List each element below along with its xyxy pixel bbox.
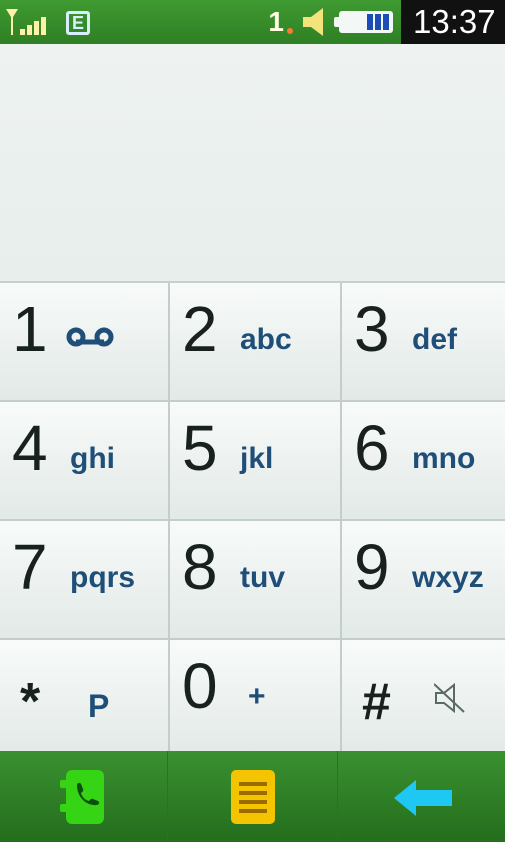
key-digit: 0	[182, 650, 218, 722]
key-digit: 3	[354, 293, 390, 365]
dialer-screen: E 1 13:37 1 2 abc 3 def 4 ghi 5 jkl 6 mn…	[0, 0, 505, 842]
sim-indicator-dot	[287, 28, 293, 34]
key-6[interactable]: 6 mno	[342, 402, 505, 519]
key-letters: ghi	[70, 442, 115, 475]
sim-number: 1	[268, 6, 284, 37]
bottom-bar	[0, 751, 505, 842]
key-2[interactable]: 2 abc	[170, 283, 340, 400]
key-letters: mno	[412, 442, 476, 475]
key-9[interactable]: 9 wxyz	[342, 521, 505, 638]
call-icon	[60, 770, 104, 824]
keypad: 1 2 abc 3 def 4 ghi 5 jkl 6 mno 7 pqrs 8…	[0, 283, 505, 757]
key-1[interactable]: 1	[0, 283, 168, 400]
mute-icon	[434, 682, 465, 714]
key-letters: jkl	[240, 442, 274, 475]
key-letters: pqrs	[70, 561, 136, 594]
key-7[interactable]: 7 pqrs	[0, 521, 168, 638]
key-4[interactable]: 4 ghi	[0, 402, 168, 519]
call-button[interactable]	[0, 751, 168, 842]
number-display[interactable]	[0, 44, 505, 283]
key-plus-label: +	[248, 680, 266, 713]
key-digit: 4	[12, 412, 48, 484]
key-star[interactable]: * P	[0, 640, 168, 757]
backspace-button[interactable]	[338, 751, 505, 842]
status-bar: E 1 13:37	[0, 0, 505, 44]
backspace-icon	[394, 780, 452, 816]
status-right: 1 13:37	[268, 0, 505, 44]
signal-icon	[6, 9, 46, 37]
speaker-icon	[303, 8, 323, 36]
key-digit: 6	[354, 412, 390, 484]
key-pause-label: P	[88, 688, 110, 724]
key-digit: 5	[182, 412, 218, 484]
key-letters: tuv	[240, 561, 285, 594]
network-e-icon: E	[66, 11, 90, 35]
key-letters: abc	[240, 323, 292, 356]
key-letters: wxyz	[412, 561, 484, 594]
key-digit: 2	[182, 293, 218, 365]
key-0[interactable]: 0 +	[170, 640, 340, 757]
key-3[interactable]: 3 def	[342, 283, 505, 400]
status-left: E	[6, 8, 90, 38]
clock: 13:37	[401, 0, 505, 44]
key-letters: def	[412, 323, 457, 356]
key-digit: 8	[182, 531, 218, 603]
contacts-icon	[231, 770, 275, 824]
key-digit: 1	[12, 293, 48, 365]
key-symbol: #	[362, 673, 391, 731]
key-8[interactable]: 8 tuv	[170, 521, 340, 638]
key-digit: 9	[354, 531, 390, 603]
key-digit: 7	[12, 531, 48, 603]
contacts-button[interactable]	[168, 751, 338, 842]
battery-icon	[334, 11, 393, 33]
voicemail-icon	[66, 327, 114, 347]
key-hash[interactable]: #	[342, 640, 505, 757]
key-symbol: *	[20, 673, 41, 731]
key-5[interactable]: 5 jkl	[170, 402, 340, 519]
